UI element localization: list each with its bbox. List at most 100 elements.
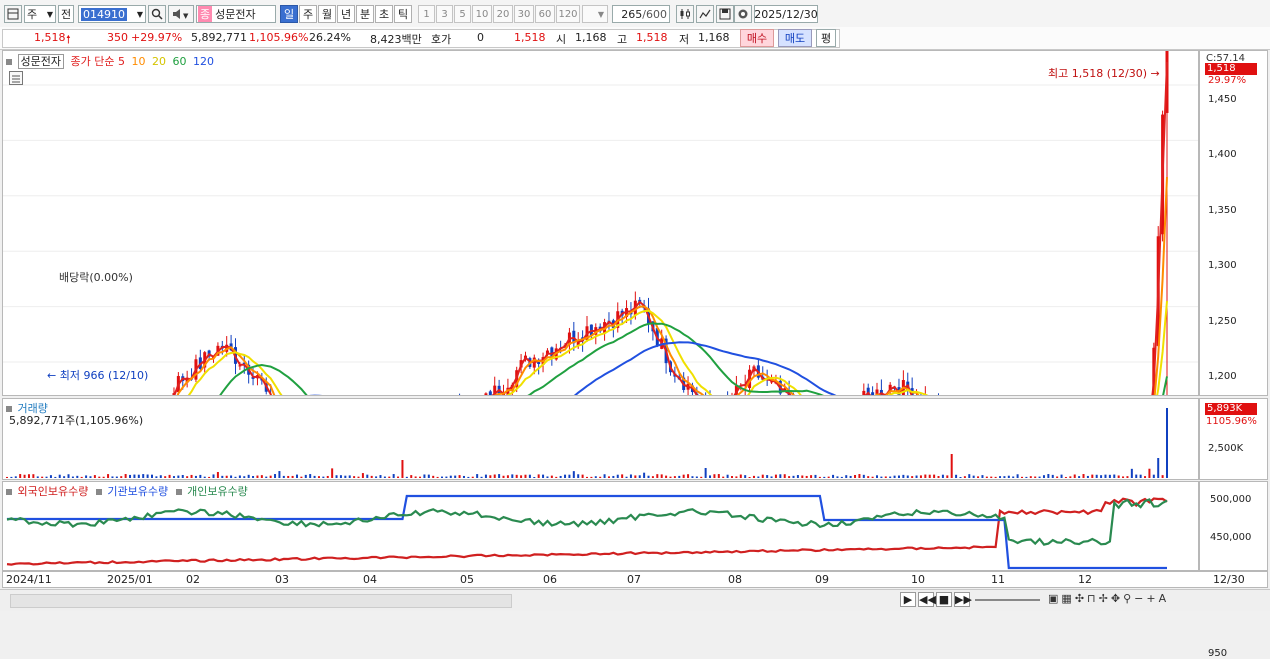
volume-bar — [348, 475, 351, 478]
volume-bar — [221, 475, 224, 478]
layout-icon[interactable] — [4, 5, 22, 23]
gear-icon[interactable] — [734, 5, 752, 23]
volume-bar — [788, 476, 791, 478]
volume-bar — [1003, 476, 1006, 478]
volume-bar — [1047, 474, 1050, 478]
minute-option[interactable]: 5 — [454, 5, 471, 23]
volume-bar — [317, 476, 320, 478]
volume-bar — [748, 476, 751, 478]
save-icon[interactable] — [716, 5, 734, 23]
rewind-icon[interactable]: ◀◀ — [918, 592, 936, 607]
x-label: 02 — [186, 573, 200, 586]
volume-bar — [388, 476, 391, 478]
volume-bar — [76, 475, 79, 478]
volume-bar — [168, 474, 171, 478]
volume-bar — [115, 476, 118, 478]
view-mode-button[interactable]: 전 — [58, 5, 74, 23]
period-tick[interactable]: 틱 — [394, 5, 412, 23]
fast-forward-icon[interactable]: ▶▶ — [954, 592, 972, 607]
minus-icon[interactable]: − — [1134, 592, 1143, 605]
eval-button[interactable]: 평 — [816, 29, 836, 47]
volume-bar — [796, 475, 799, 478]
volume-bar — [691, 476, 694, 478]
grid-tool-icon[interactable]: ▦ — [1061, 592, 1071, 605]
cursor-tool-icon[interactable]: ✣ — [1075, 592, 1084, 605]
zoom-slider[interactable] — [975, 599, 1040, 601]
volume-bar — [370, 475, 373, 478]
volume-bar — [836, 476, 839, 478]
horizontal-scrollbar[interactable] — [10, 594, 512, 608]
bar-count-field[interactable]: 265/600 — [612, 5, 670, 23]
minute-option[interactable]: 1 — [418, 5, 435, 23]
minute-option[interactable]: 10 — [472, 5, 492, 23]
stop-icon[interactable]: ■ — [936, 592, 952, 607]
date-field[interactable]: 2025/12/30 — [754, 5, 818, 23]
period-month[interactable]: 월 — [318, 5, 336, 23]
zoom-search-icon[interactable]: ⚲ — [1123, 592, 1131, 605]
volume-bar — [586, 476, 588, 478]
volume-bar — [427, 474, 430, 478]
draw-tool-icon[interactable] — [696, 5, 714, 23]
crosshair-tool-icon[interactable]: ✢ — [1099, 592, 1108, 605]
volume-bar — [212, 474, 215, 478]
minute-dropdown[interactable]: ▼ — [582, 5, 608, 23]
period-week[interactable]: 주 — [299, 5, 317, 23]
volume-bar — [19, 474, 22, 478]
buy-button[interactable]: 매수 — [740, 29, 774, 47]
volume-bar — [181, 474, 184, 478]
volume-bar — [928, 474, 931, 478]
legend-box-icon — [6, 489, 12, 495]
minute-option[interactable]: 3 — [436, 5, 453, 23]
volume-bar — [414, 476, 417, 478]
volume-bar — [704, 468, 707, 478]
volume-bar — [102, 476, 105, 478]
chart-type-icon[interactable] — [676, 5, 694, 23]
volume-bar — [1161, 475, 1164, 478]
minute-option[interactable]: 30 — [514, 5, 534, 23]
volume-bar — [1016, 474, 1019, 478]
minute-option[interactable]: 120 — [556, 5, 580, 23]
candle-body — [871, 392, 875, 395]
play-icon[interactable]: ▶ — [900, 592, 916, 607]
price-panel[interactable]: 성문전자 종가 단순 5 10 20 60 120 최고 1,518 (12/3… — [2, 50, 1199, 396]
volume-bar — [1122, 476, 1125, 478]
minute-option[interactable]: 20 — [493, 5, 513, 23]
market-type-select[interactable]: 주 ▼ — [24, 5, 56, 23]
period-day[interactable]: 일 — [280, 5, 298, 23]
x-label: 12/30 — [1213, 573, 1245, 586]
volume-pct: 1,105.96% — [249, 31, 309, 44]
volume-bar — [287, 475, 290, 478]
search-icon[interactable] — [148, 5, 166, 23]
volume-bar — [884, 476, 887, 478]
layout-tool-icon[interactable]: ▣ — [1048, 592, 1058, 605]
move-tool-icon[interactable]: ✥ — [1111, 592, 1120, 605]
auto-scale-icon[interactable]: A — [1159, 592, 1167, 605]
volume-bar — [1073, 474, 1076, 478]
volume-bar — [1064, 476, 1067, 478]
table-icon[interactable] — [9, 71, 23, 85]
holdings-panel[interactable]: 외국인보유수량 기관보유수량 개인보유수량 — [2, 481, 1199, 571]
volume-bar — [93, 475, 96, 478]
magnet-tool-icon[interactable]: ⊓ — [1087, 592, 1096, 605]
minute-option[interactable]: 60 — [535, 5, 555, 23]
volume-bar — [1139, 474, 1142, 478]
volume-bar — [1135, 474, 1138, 478]
candle-body — [484, 393, 488, 395]
stock-code-input[interactable]: 014910 ▼ — [78, 5, 146, 23]
volume-bar — [810, 475, 813, 478]
open-value: 1,168 — [575, 31, 607, 44]
volume-bar — [397, 476, 400, 478]
volume-bar — [1056, 476, 1059, 478]
volume-bar — [107, 474, 110, 478]
volume-bar — [67, 474, 70, 478]
volume-bar — [524, 474, 527, 478]
volume-panel[interactable]: 거래량 5,892,771주(1,105.96%) — [2, 398, 1199, 480]
period-minute[interactable]: 분 — [356, 5, 374, 23]
plus-icon[interactable]: + — [1146, 592, 1155, 605]
period-second[interactable]: 초 — [375, 5, 393, 23]
speaker-icon[interactable]: ▼ — [168, 5, 194, 23]
stock-name-field[interactable]: 종 성문전자 — [196, 5, 276, 23]
volume-bar — [660, 474, 663, 478]
period-year[interactable]: 년 — [337, 5, 355, 23]
sell-button[interactable]: 매도 — [778, 29, 812, 47]
